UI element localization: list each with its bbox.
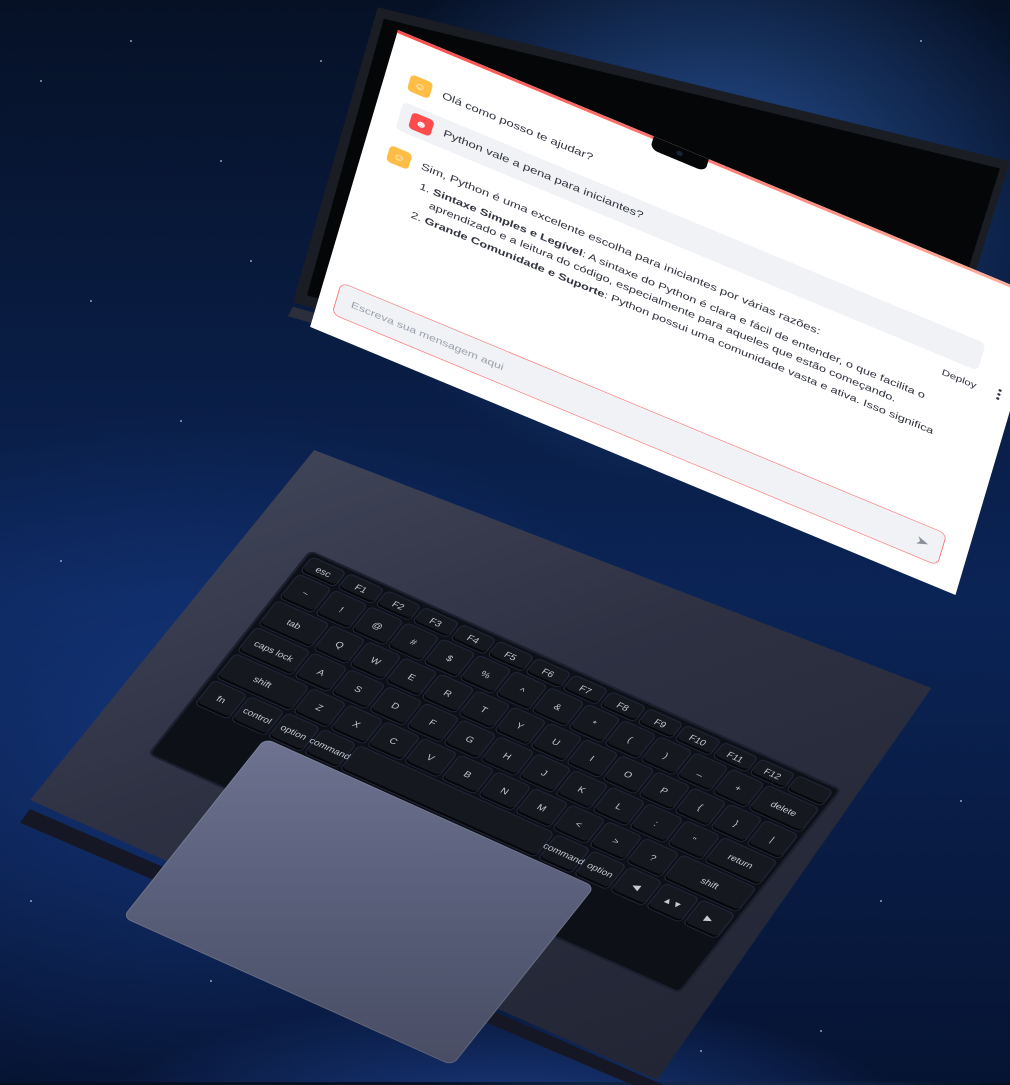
send-arrow-icon[interactable]: ➤ <box>914 532 931 552</box>
bot-icon: ☺ <box>385 144 413 171</box>
laptop: esc F1 F2 F3 F4 F5 F6 F7 F8 F9 F10 F11 F12 ~! @ # $% ^ & *(… <box>0 0 1010 1085</box>
camera-icon <box>675 149 684 158</box>
kebab-menu-icon[interactable] <box>995 388 1003 402</box>
user-icon: ☻ <box>407 111 435 137</box>
bot-icon: ☺ <box>406 74 434 100</box>
